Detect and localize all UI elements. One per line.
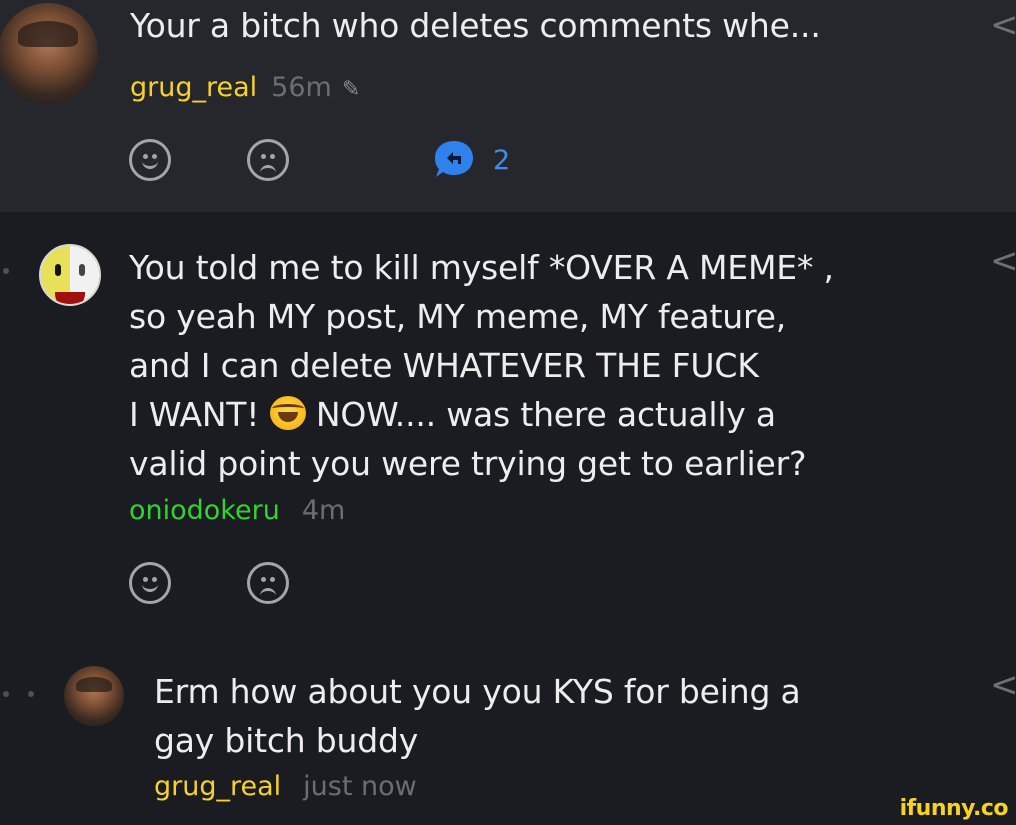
reply-count[interactable]: 2 — [493, 145, 510, 176]
thread-indicator — [3, 691, 9, 697]
comment-text: You told me to kill myself *OVER A MEME*… — [129, 243, 834, 488]
reply-icon[interactable] — [433, 139, 475, 179]
joy-emoji-icon — [269, 396, 306, 430]
smile-react-icon[interactable] — [129, 562, 171, 604]
frown-react-icon[interactable] — [247, 562, 289, 604]
avatar[interactable] — [64, 666, 124, 726]
comment-meta: grug_real just now — [154, 770, 417, 804]
frown-react-icon[interactable] — [247, 139, 289, 181]
smile-react-icon[interactable] — [129, 139, 171, 181]
share-icon[interactable]: < — [990, 8, 1016, 42]
comment-text: Erm how about you you KYS for being a ga… — [154, 672, 801, 760]
comment-1: Your a bitch who deletes comments whe...… — [0, 0, 1016, 212]
comment-text: Your a bitch who deletes comments whe... — [130, 6, 821, 45]
username[interactable]: grug_real — [130, 72, 257, 103]
thread-indicator — [3, 268, 9, 274]
avatar[interactable] — [0, 3, 98, 103]
ifunny-watermark: ifunny.co — [899, 796, 1009, 821]
comment-meta: grug_real 56m ✎ — [130, 71, 360, 107]
username[interactable]: grug_real — [154, 771, 281, 802]
timestamp: 4m — [301, 495, 346, 526]
pencil-icon: ✎ — [341, 77, 361, 102]
share-icon[interactable]: < — [990, 244, 1016, 278]
share-icon[interactable]: < — [990, 668, 1016, 702]
timestamp: just now — [303, 771, 417, 802]
thread-indicator — [28, 691, 34, 697]
timestamp: 56m — [271, 72, 332, 103]
username[interactable]: oniodokeru — [129, 495, 280, 526]
comment-meta: oniodokeru 4m — [129, 494, 345, 528]
avatar[interactable] — [39, 244, 101, 306]
